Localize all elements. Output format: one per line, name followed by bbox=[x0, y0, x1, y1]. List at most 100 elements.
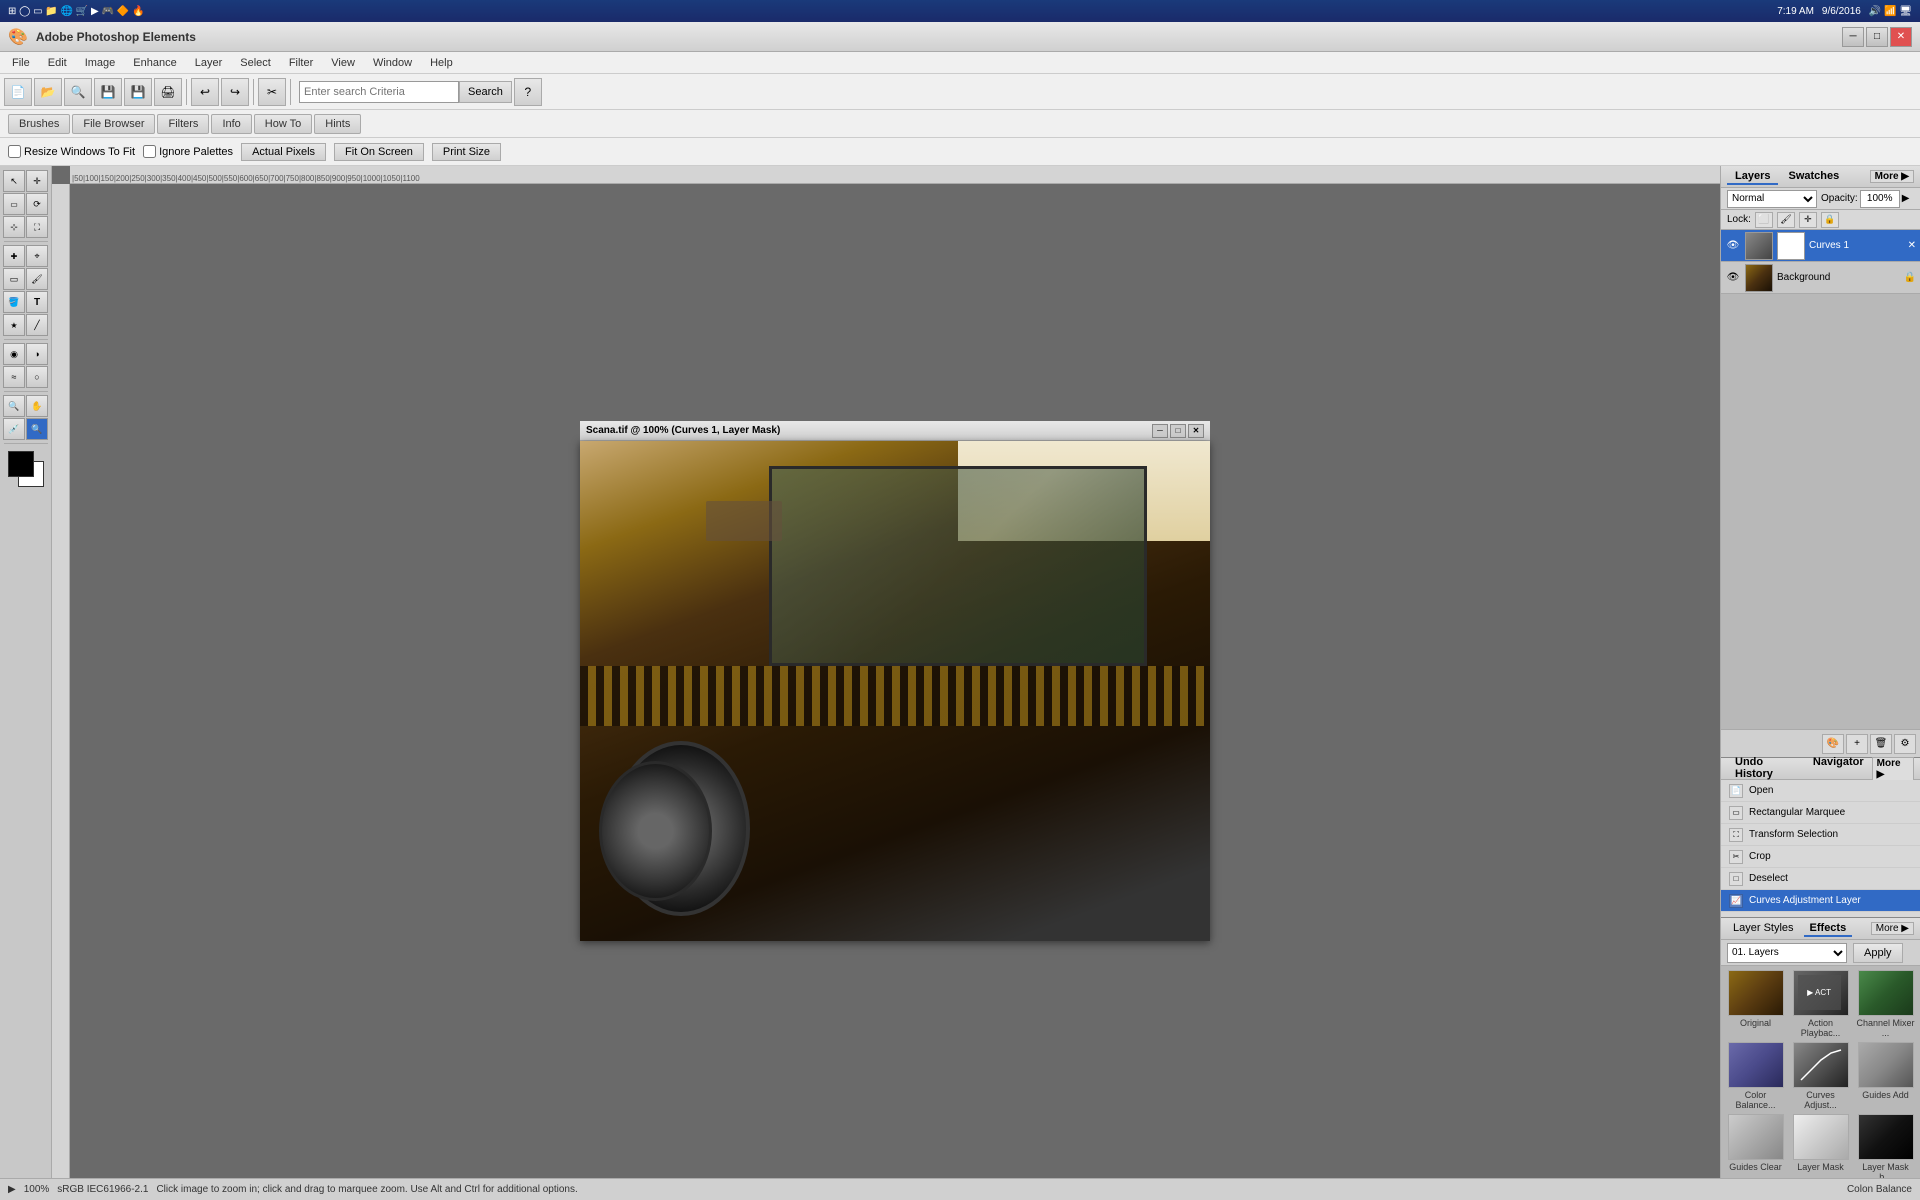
layer-eye-background[interactable]: 👁 bbox=[1725, 270, 1741, 286]
tab-layer-styles[interactable]: Layer Styles bbox=[1727, 921, 1800, 937]
doc-close[interactable]: ✕ bbox=[1188, 424, 1204, 438]
tool-zoom2[interactable]: 🔍 bbox=[26, 418, 48, 440]
tab-filters[interactable]: Filters bbox=[157, 114, 209, 134]
menu-select[interactable]: Select bbox=[232, 55, 279, 71]
effects-category-select[interactable]: 01. Layers bbox=[1727, 943, 1847, 963]
menu-image[interactable]: Image bbox=[77, 55, 124, 71]
menu-enhance[interactable]: Enhance bbox=[125, 55, 184, 71]
lock-move[interactable]: ✛ bbox=[1799, 212, 1817, 228]
lock-paint[interactable]: 🖌 bbox=[1777, 212, 1795, 228]
doc-maximize[interactable]: □ bbox=[1170, 424, 1186, 438]
effect-layer-mask[interactable]: Layer Mask bbox=[1790, 1114, 1851, 1178]
effect-color-balance[interactable]: Color Balance... bbox=[1725, 1042, 1786, 1110]
history-curves-adj[interactable]: 📈 Curves Adjustment Layer bbox=[1721, 890, 1920, 912]
tab-navigator[interactable]: Navigator bbox=[1805, 755, 1872, 783]
effect-action-playback[interactable]: ▶ ACT Action Playbac... bbox=[1790, 970, 1851, 1038]
tool-smudge[interactable]: ≈ bbox=[3, 366, 25, 388]
tab-hints[interactable]: Hints bbox=[314, 114, 361, 134]
tab-undo-history[interactable]: Undo History bbox=[1727, 755, 1803, 783]
blend-mode-select[interactable]: Normal bbox=[1727, 190, 1817, 208]
new-button[interactable]: 📄 bbox=[4, 78, 32, 106]
actual-pixels-button[interactable]: Actual Pixels bbox=[241, 143, 326, 161]
tool-crop[interactable]: ⛶ bbox=[26, 216, 48, 238]
effect-guides-add[interactable]: Guides Add bbox=[1855, 1042, 1916, 1110]
menu-file[interactable]: File bbox=[4, 55, 38, 71]
tab-swatches[interactable]: Swatches bbox=[1780, 169, 1847, 185]
tool-move[interactable]: ✛ bbox=[26, 170, 48, 192]
history-transform[interactable]: ⛶ Transform Selection bbox=[1721, 824, 1920, 846]
effect-guides-clear[interactable]: Guides Clear bbox=[1725, 1114, 1786, 1178]
search-input[interactable] bbox=[299, 81, 459, 103]
effects-more-button[interactable]: More ▶ bbox=[1871, 922, 1914, 935]
effect-curves-adjust[interactable]: Curves Adjust... bbox=[1790, 1042, 1851, 1110]
history-deselect[interactable]: □ Deselect bbox=[1721, 868, 1920, 890]
print-size-button[interactable]: Print Size bbox=[432, 143, 501, 161]
resize-windows-checkbox[interactable]: Resize Windows To Fit bbox=[8, 145, 135, 158]
effects-apply-button[interactable]: Apply bbox=[1853, 943, 1903, 963]
doc-minimize[interactable]: ─ bbox=[1152, 424, 1168, 438]
status-arrow-left[interactable]: ▶ bbox=[8, 1184, 16, 1195]
help-button[interactable]: ? bbox=[514, 78, 542, 106]
delete-layer-button[interactable]: 🗑 bbox=[1870, 734, 1892, 754]
layer-item-background[interactable]: 👁 Background 🔒 bbox=[1721, 262, 1920, 294]
tab-file-browser[interactable]: File Browser bbox=[72, 114, 155, 134]
minimize-button[interactable]: ─ bbox=[1842, 27, 1864, 47]
tab-layers[interactable]: Layers bbox=[1727, 169, 1778, 185]
tool-magic-wand[interactable]: ⊹ bbox=[3, 216, 25, 238]
layers-settings-button[interactable]: ⚙ bbox=[1894, 734, 1916, 754]
effect-layer-mask-b[interactable]: Layer Mask b... bbox=[1855, 1114, 1916, 1178]
tool-clone[interactable]: ⌖ bbox=[26, 245, 48, 267]
history-more-button[interactable]: More ▶ bbox=[1872, 757, 1914, 781]
search-button[interactable]: Search bbox=[459, 81, 512, 103]
tool-dodge[interactable]: ◑ bbox=[26, 343, 48, 365]
menu-window[interactable]: Window bbox=[365, 55, 420, 71]
save-button[interactable]: 💾 bbox=[94, 78, 122, 106]
opacity-arrow[interactable]: ▶ bbox=[1902, 193, 1910, 204]
maximize-button[interactable]: □ bbox=[1866, 27, 1888, 47]
save-as-button[interactable]: 💾 bbox=[124, 78, 152, 106]
opacity-input[interactable] bbox=[1860, 190, 1900, 208]
lock-transparent[interactable]: ⬜ bbox=[1755, 212, 1773, 228]
tool-hand[interactable]: ✋ bbox=[26, 395, 48, 417]
print-button[interactable]: 🖨 bbox=[154, 78, 182, 106]
layers-more-button[interactable]: More ▶ bbox=[1870, 170, 1914, 183]
redo-button[interactable]: ↪ bbox=[221, 78, 249, 106]
new-fill-layer-button[interactable]: 🎨 bbox=[1822, 734, 1844, 754]
tool-heal[interactable]: ✚ bbox=[3, 245, 25, 267]
layer-delete-curves1[interactable]: ✕ bbox=[1908, 240, 1916, 251]
tab-brushes[interactable]: Brushes bbox=[8, 114, 70, 134]
tool-text[interactable]: T bbox=[26, 291, 48, 313]
tool-zoom[interactable]: 🔍 bbox=[3, 395, 25, 417]
open-button[interactable]: 📂 bbox=[34, 78, 62, 106]
tool-sponge[interactable]: ○ bbox=[26, 366, 48, 388]
layer-eye-curves1[interactable]: 👁 bbox=[1725, 238, 1741, 254]
new-layer-button[interactable]: + bbox=[1846, 734, 1868, 754]
tab-how-to[interactable]: How To bbox=[254, 114, 312, 134]
menu-filter[interactable]: Filter bbox=[281, 55, 321, 71]
menu-layer[interactable]: Layer bbox=[187, 55, 231, 71]
cut-button[interactable]: ✂ bbox=[258, 78, 286, 106]
fit-on-screen-button[interactable]: Fit On Screen bbox=[334, 143, 424, 161]
effect-channel-mixer[interactable]: Channel Mixer ... bbox=[1855, 970, 1916, 1038]
lock-all[interactable]: 🔒 bbox=[1821, 212, 1839, 228]
tool-select[interactable]: ↖ bbox=[3, 170, 25, 192]
history-open[interactable]: 📄 Open bbox=[1721, 780, 1920, 802]
tool-brush[interactable]: 🖌 bbox=[26, 268, 48, 290]
tool-lasso[interactable]: ⟳ bbox=[26, 193, 48, 215]
image-canvas[interactable] bbox=[580, 441, 1210, 941]
undo-button[interactable]: ↩ bbox=[191, 78, 219, 106]
effect-original[interactable]: Original bbox=[1725, 970, 1786, 1038]
tool-rect-select[interactable]: ▭ bbox=[3, 193, 25, 215]
tool-eraser[interactable]: ▭ bbox=[3, 268, 25, 290]
tool-blur[interactable]: ◉ bbox=[3, 343, 25, 365]
layer-item-curves1[interactable]: 👁 ▣ Curves 1 ✕ bbox=[1721, 230, 1920, 262]
menu-view[interactable]: View bbox=[323, 55, 363, 71]
menu-help[interactable]: Help bbox=[422, 55, 461, 71]
tool-line[interactable]: ╱ bbox=[26, 314, 48, 336]
history-rect-marquee[interactable]: ▭ Rectangular Marquee bbox=[1721, 802, 1920, 824]
menu-edit[interactable]: Edit bbox=[40, 55, 75, 71]
ignore-palettes-checkbox[interactable]: Ignore Palettes bbox=[143, 145, 233, 158]
tool-paint-bucket[interactable]: 🪣 bbox=[3, 291, 25, 313]
history-crop[interactable]: ✂ Crop bbox=[1721, 846, 1920, 868]
close-button[interactable]: ✕ bbox=[1890, 27, 1912, 47]
